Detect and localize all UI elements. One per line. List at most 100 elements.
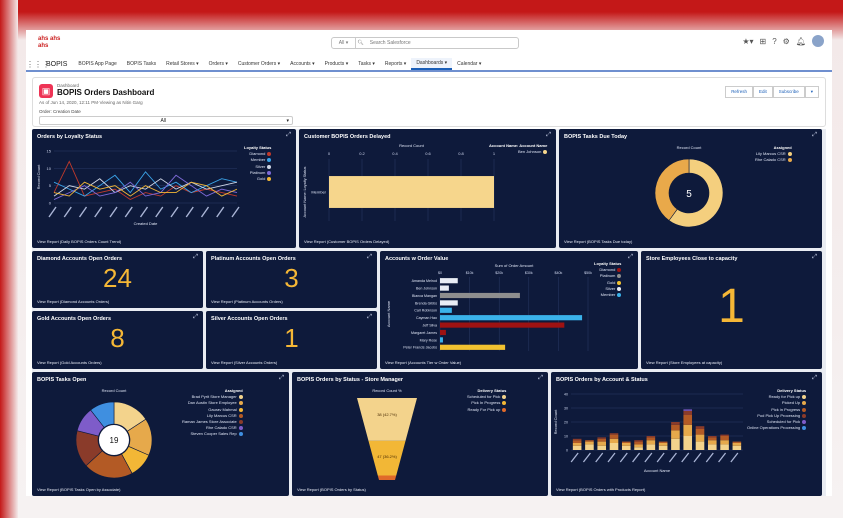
- help-icon[interactable]: ?: [772, 37, 776, 46]
- view-report-link[interactable]: View Report (Store Employees at capacity…: [646, 360, 722, 365]
- view-report-link[interactable]: View Report (BOPIS Tasks Open by Associa…: [37, 487, 120, 492]
- legend-swatch: [238, 419, 243, 424]
- stacked-bar-segment: [621, 445, 631, 450]
- expand-icon[interactable]: ⤢: [812, 254, 817, 261]
- view-report-link[interactable]: View Report (Daily BOPIS Orders Count Tr…: [37, 239, 121, 244]
- expand-icon[interactable]: ⤢: [367, 254, 372, 261]
- expand-icon[interactable]: ⤢: [546, 132, 551, 139]
- series-line-diamond: [53, 160, 238, 201]
- expand-icon[interactable]: ⤢: [367, 314, 372, 321]
- header-buttons: Refresh Edit Subscribe ▾: [725, 86, 819, 98]
- expand-icon[interactable]: ⤢: [812, 132, 817, 139]
- edit-button[interactable]: Edit: [752, 86, 773, 98]
- stacked-bar-segment: [683, 410, 693, 415]
- nav-item-calendar[interactable]: Calendar ▾: [452, 61, 486, 67]
- legend-label: Steven Cooper Sales Rep: [190, 431, 237, 437]
- legend-label: Platinum: [599, 273, 616, 279]
- bar: [440, 344, 506, 350]
- nav-item-reports[interactable]: Reports ▾: [380, 61, 411, 67]
- stacked-bar-segment: [732, 443, 742, 446]
- app-launcher-icon[interactable]: ⋮⋮⋮: [26, 60, 50, 69]
- stacked-bar-segment: [646, 436, 656, 438]
- x-tick-label: 0.6: [425, 151, 431, 156]
- legend-swatch: [802, 401, 807, 406]
- nav-item-bopis-tasks[interactable]: BOPIS Tasks: [122, 61, 161, 67]
- legend-label: Ben Johnson: [517, 149, 542, 155]
- legend-label: Silver: [255, 163, 266, 169]
- legend-swatch: [502, 407, 507, 412]
- view-report-link[interactable]: View Report (BOPIS Orders with Products …: [556, 487, 645, 492]
- stacked-bar-segment: [707, 440, 717, 445]
- tile-title: Platinum Accounts Open Orders: [211, 256, 296, 262]
- nav-item-accounts[interactable]: Accounts ▾: [285, 61, 319, 67]
- x-tick-label: [570, 452, 579, 463]
- add-icon[interactable]: ⊞: [760, 37, 767, 46]
- view-report-link[interactable]: View Report (Customer BOPIS Orders Delay…: [304, 239, 389, 244]
- legend-label: Pick in Progress: [771, 406, 801, 412]
- filter-value: All: [160, 118, 167, 124]
- x-tick-label: [185, 206, 194, 218]
- nav-item-bopis-app-page[interactable]: BOPIS App Page: [73, 61, 121, 67]
- expand-icon[interactable]: ⤢: [286, 132, 291, 139]
- search-scope-select[interactable]: All ▾: [332, 38, 356, 48]
- stacked-bar-segment: [671, 422, 680, 425]
- legend-swatch: [267, 164, 272, 169]
- expand-icon[interactable]: ⤢: [193, 314, 198, 321]
- subscribe-button[interactable]: Subscribe: [772, 86, 805, 98]
- chart-legend: Assigned Brad Pyrit Store Manager Dan Au…: [182, 388, 243, 438]
- expand-icon[interactable]: ⤢: [538, 375, 543, 382]
- legend-swatch: [238, 413, 243, 418]
- legend-swatch: [238, 407, 243, 412]
- favorites-icon[interactable]: ★▾: [742, 37, 753, 46]
- more-actions-button[interactable]: ▾: [804, 86, 819, 98]
- search-icon: 🔍︎: [356, 40, 364, 46]
- legend-label: Gold: [256, 176, 266, 182]
- view-report-link[interactable]: View Report (Platinum Accounts Orders): [211, 299, 283, 304]
- global-header: ahs ahs ahs All ▾ 🔍︎ Search Salesforce ★…: [26, 30, 832, 58]
- filter-label: Order: Creation Date: [39, 109, 81, 114]
- expand-icon[interactable]: ⤢: [193, 254, 198, 261]
- legend-label: Platinum: [249, 169, 266, 175]
- bar: [329, 176, 494, 208]
- avatar[interactable]: [812, 35, 824, 47]
- filter-select[interactable]: All ▾: [39, 116, 293, 125]
- nav-item-tasks[interactable]: Tasks ▾: [353, 61, 380, 67]
- nav-item-orders[interactable]: Orders ▾: [204, 61, 233, 67]
- gear-icon[interactable]: ⚙: [783, 37, 790, 46]
- nav-item-retail-stores[interactable]: Retail Stores ▾: [161, 61, 204, 67]
- global-search[interactable]: All ▾ 🔍︎ Search Salesforce: [331, 37, 519, 49]
- legend-swatch: [802, 426, 807, 431]
- refresh-button[interactable]: Refresh: [725, 86, 753, 98]
- legend-swatch: [802, 419, 807, 424]
- bell-icon[interactable]: 🔔︎: [796, 37, 806, 46]
- view-report-link[interactable]: View Report (Silver Accounts Orders): [211, 360, 277, 365]
- view-report-link[interactable]: View Report (Accounts Tier w Order Value…: [385, 360, 461, 365]
- bar: [440, 300, 458, 306]
- legend-label: Silver: [605, 285, 616, 291]
- donut-slice: [654, 158, 690, 221]
- category-label: Cayman Hao: [416, 316, 437, 320]
- view-report-link[interactable]: View Report (BOPIS Tasks Due today): [564, 239, 632, 244]
- x-tick-label: [200, 206, 210, 218]
- logo-text: ahs ahs: [38, 36, 61, 42]
- stacked-bar-segment: [695, 426, 705, 429]
- view-report-link[interactable]: View Report (Gold Accounts Orders): [37, 360, 102, 365]
- expand-icon[interactable]: ⤢: [812, 375, 817, 382]
- nav-item-customer-orders[interactable]: Customer Orders ▾: [233, 61, 285, 67]
- view-report-link[interactable]: View Report (BOPIS Orders by Status): [297, 487, 366, 492]
- view-report-link[interactable]: View Report (Diamond Accounts Orders): [37, 299, 109, 304]
- stacked-bar-segment: [634, 440, 643, 442]
- expand-icon[interactable]: ⤢: [279, 375, 284, 382]
- legend-label: Diamond: [249, 151, 266, 157]
- bar: [440, 315, 583, 321]
- stacked-bar-segment: [585, 441, 594, 445]
- nav-item-dashboards[interactable]: Dashboards ▾: [411, 58, 453, 70]
- metric-value: 24: [103, 263, 132, 293]
- x-tick-label: $0: [438, 271, 442, 275]
- x-tick-label: [231, 206, 240, 218]
- metric-value: 1: [284, 323, 299, 353]
- nav-item-products[interactable]: Products ▾: [320, 61, 354, 67]
- legend-swatch: [238, 395, 243, 400]
- legend-item: Online Operations Processing: [747, 425, 807, 431]
- stacked-bar-segment: [695, 441, 705, 450]
